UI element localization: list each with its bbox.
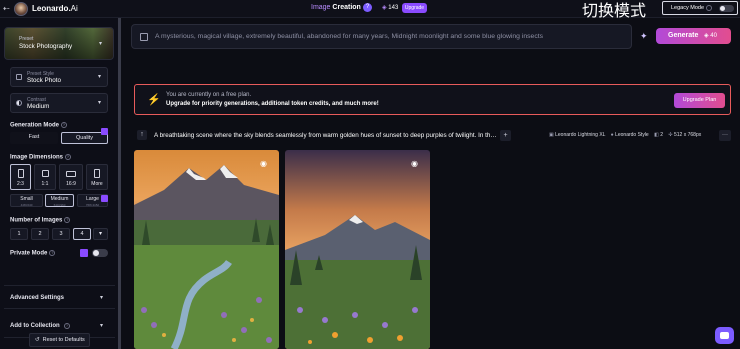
- token-cost: ◈ 40: [704, 33, 717, 39]
- sparkle-icon[interactable]: ✦: [640, 31, 648, 42]
- ratio-16-9-button[interactable]: 16:9: [59, 164, 83, 190]
- model-label: Leonardo Lightning XL: [555, 132, 606, 138]
- token-icon: ◈: [382, 5, 387, 11]
- chevron-down-icon: ▾: [99, 41, 103, 47]
- overlay-caption: 切换模式: [582, 1, 647, 20]
- chevron-down-icon: ▾: [98, 100, 102, 106]
- premium-badge-icon: [80, 249, 88, 257]
- image-prompt-icon[interactable]: [140, 33, 148, 41]
- image-icon: [16, 74, 22, 80]
- mode-fast-button[interactable]: Fast: [10, 132, 58, 144]
- token-counter: ◈ 143: [382, 5, 399, 11]
- private-mode-heading: Private Mode?: [10, 250, 56, 257]
- square-ratio-icon: [42, 170, 49, 177]
- chevron-down-icon: ▾: [100, 323, 104, 329]
- help-icon[interactable]: ?: [61, 122, 68, 128]
- generated-image[interactable]: ◉: [285, 150, 430, 349]
- advanced-settings-section[interactable]: Advanced Settings ▾: [4, 285, 115, 309]
- generation-prompt-text: A breathtaking scene where the sky blend…: [154, 132, 497, 139]
- generate-button[interactable]: Generate ◈ 40: [656, 28, 731, 44]
- info-icon: [706, 5, 712, 11]
- sidebar: Preset Stock Photography ▾ Preset Style …: [0, 18, 121, 349]
- chat-icon: [720, 332, 729, 339]
- help-icon[interactable]: ?: [65, 154, 72, 160]
- generated-image[interactable]: ◉: [134, 150, 279, 349]
- count-1-button[interactable]: 1: [10, 228, 28, 240]
- lightning-icon: ⚡: [147, 94, 161, 106]
- count-more-chevron-icon[interactable]: ▾: [93, 228, 108, 240]
- image-count: 2: [660, 132, 664, 138]
- preset-style-select[interactable]: Preset Style Stock Photo ▾: [10, 67, 108, 87]
- premium-badge-icon: [101, 195, 108, 202]
- add-icon[interactable]: +: [500, 130, 511, 141]
- chevron-down-icon: ▾: [98, 74, 102, 80]
- preset-selector[interactable]: Preset Stock Photography ▾: [4, 27, 114, 60]
- top-bar: ⇠ Leonardo.Ai Image Creation ? ◈ 143 Upg…: [0, 0, 740, 20]
- chat-support-button[interactable]: [715, 327, 734, 344]
- sidebar-scrollbar[interactable]: [118, 18, 121, 349]
- prompt-input[interactable]: A mysterious, magical village, extremely…: [131, 24, 632, 49]
- chevron-down-icon: ▾: [100, 295, 104, 301]
- brand-name: Leonardo.Ai: [32, 4, 78, 13]
- banner-line-1: You are currently on a free plan.: [166, 92, 252, 98]
- dimensions-icon: ✣: [668, 132, 673, 138]
- contrast-icon: [16, 100, 22, 106]
- count-3-button[interactable]: 3: [52, 228, 70, 240]
- back-arrow-icon[interactable]: ⇠: [3, 4, 10, 13]
- more-ratio-icon: [94, 169, 100, 178]
- generation-meta: ▣ Leonardo Lightning XL ● Leonardo Style…: [549, 132, 701, 138]
- style-icon: ●: [610, 132, 614, 138]
- legacy-mode-switch[interactable]: [719, 5, 734, 12]
- preset-style-value: Stock Photo: [27, 77, 61, 84]
- ratio-1-1-button[interactable]: 1:1: [34, 164, 56, 190]
- help-icon[interactable]: ?: [64, 323, 70, 329]
- help-icon[interactable]: ?: [49, 250, 56, 256]
- preset-label: Preset: [19, 36, 34, 42]
- upgrade-button[interactable]: Upgrade: [402, 3, 427, 13]
- reset-to-defaults-button[interactable]: ↺ Reset to Defaults: [29, 333, 90, 347]
- reset-icon: ↺: [35, 337, 40, 343]
- number-of-images-heading: Number of Images?: [10, 217, 71, 224]
- image-dimensions-heading: Image Dimensions?: [10, 154, 72, 161]
- count-4-button[interactable]: 4: [73, 228, 91, 240]
- preset-value: Stock Photography: [19, 43, 73, 50]
- view-eye-icon[interactable]: ◉: [260, 159, 267, 168]
- model-icon: ▣: [549, 132, 554, 138]
- page-title: Image Creation: [311, 4, 361, 11]
- banner-line-2: Upgrade for priority generations, additi…: [166, 101, 379, 107]
- more-options-icon[interactable]: ···: [719, 130, 731, 141]
- private-mode-switch[interactable]: [92, 249, 108, 257]
- upgrade-banner: ⚡ You are currently on a free plan. Upgr…: [134, 84, 731, 115]
- help-icon[interactable]: ?: [363, 3, 372, 12]
- count-2-button[interactable]: 2: [31, 228, 49, 240]
- generation-mode-heading: Generation Mode?: [10, 122, 68, 129]
- style-label: Leonardo Style: [615, 132, 649, 138]
- ratio-more-button[interactable]: More: [86, 164, 108, 190]
- contrast-value: Medium: [27, 103, 50, 110]
- upgrade-plan-button[interactable]: Upgrade Plan: [674, 93, 725, 108]
- leonardo-logo-avatar: [14, 2, 28, 16]
- premium-badge-icon: [101, 128, 108, 135]
- size-medium-button[interactable]: Medium 640×960: [45, 194, 74, 207]
- help-icon[interactable]: ?: [64, 217, 71, 223]
- portrait-ratio-icon: [18, 169, 24, 178]
- images-icon: ◧: [654, 132, 659, 138]
- collapse-arrow-icon[interactable]: ↑: [137, 130, 147, 140]
- contrast-select[interactable]: Contrast Medium ▾: [10, 93, 108, 113]
- dimensions-label: 512 x 768px: [674, 132, 702, 138]
- view-eye-icon[interactable]: ◉: [411, 159, 418, 168]
- legacy-mode-toggle[interactable]: Legacy Mode: [662, 1, 738, 15]
- prompt-text: A mysterious, magical village, extremely…: [155, 33, 544, 40]
- size-small-button[interactable]: Small 448×640: [10, 194, 43, 207]
- ratio-2-3-button[interactable]: 2:3: [10, 164, 31, 190]
- landscape-ratio-icon: [66, 171, 76, 177]
